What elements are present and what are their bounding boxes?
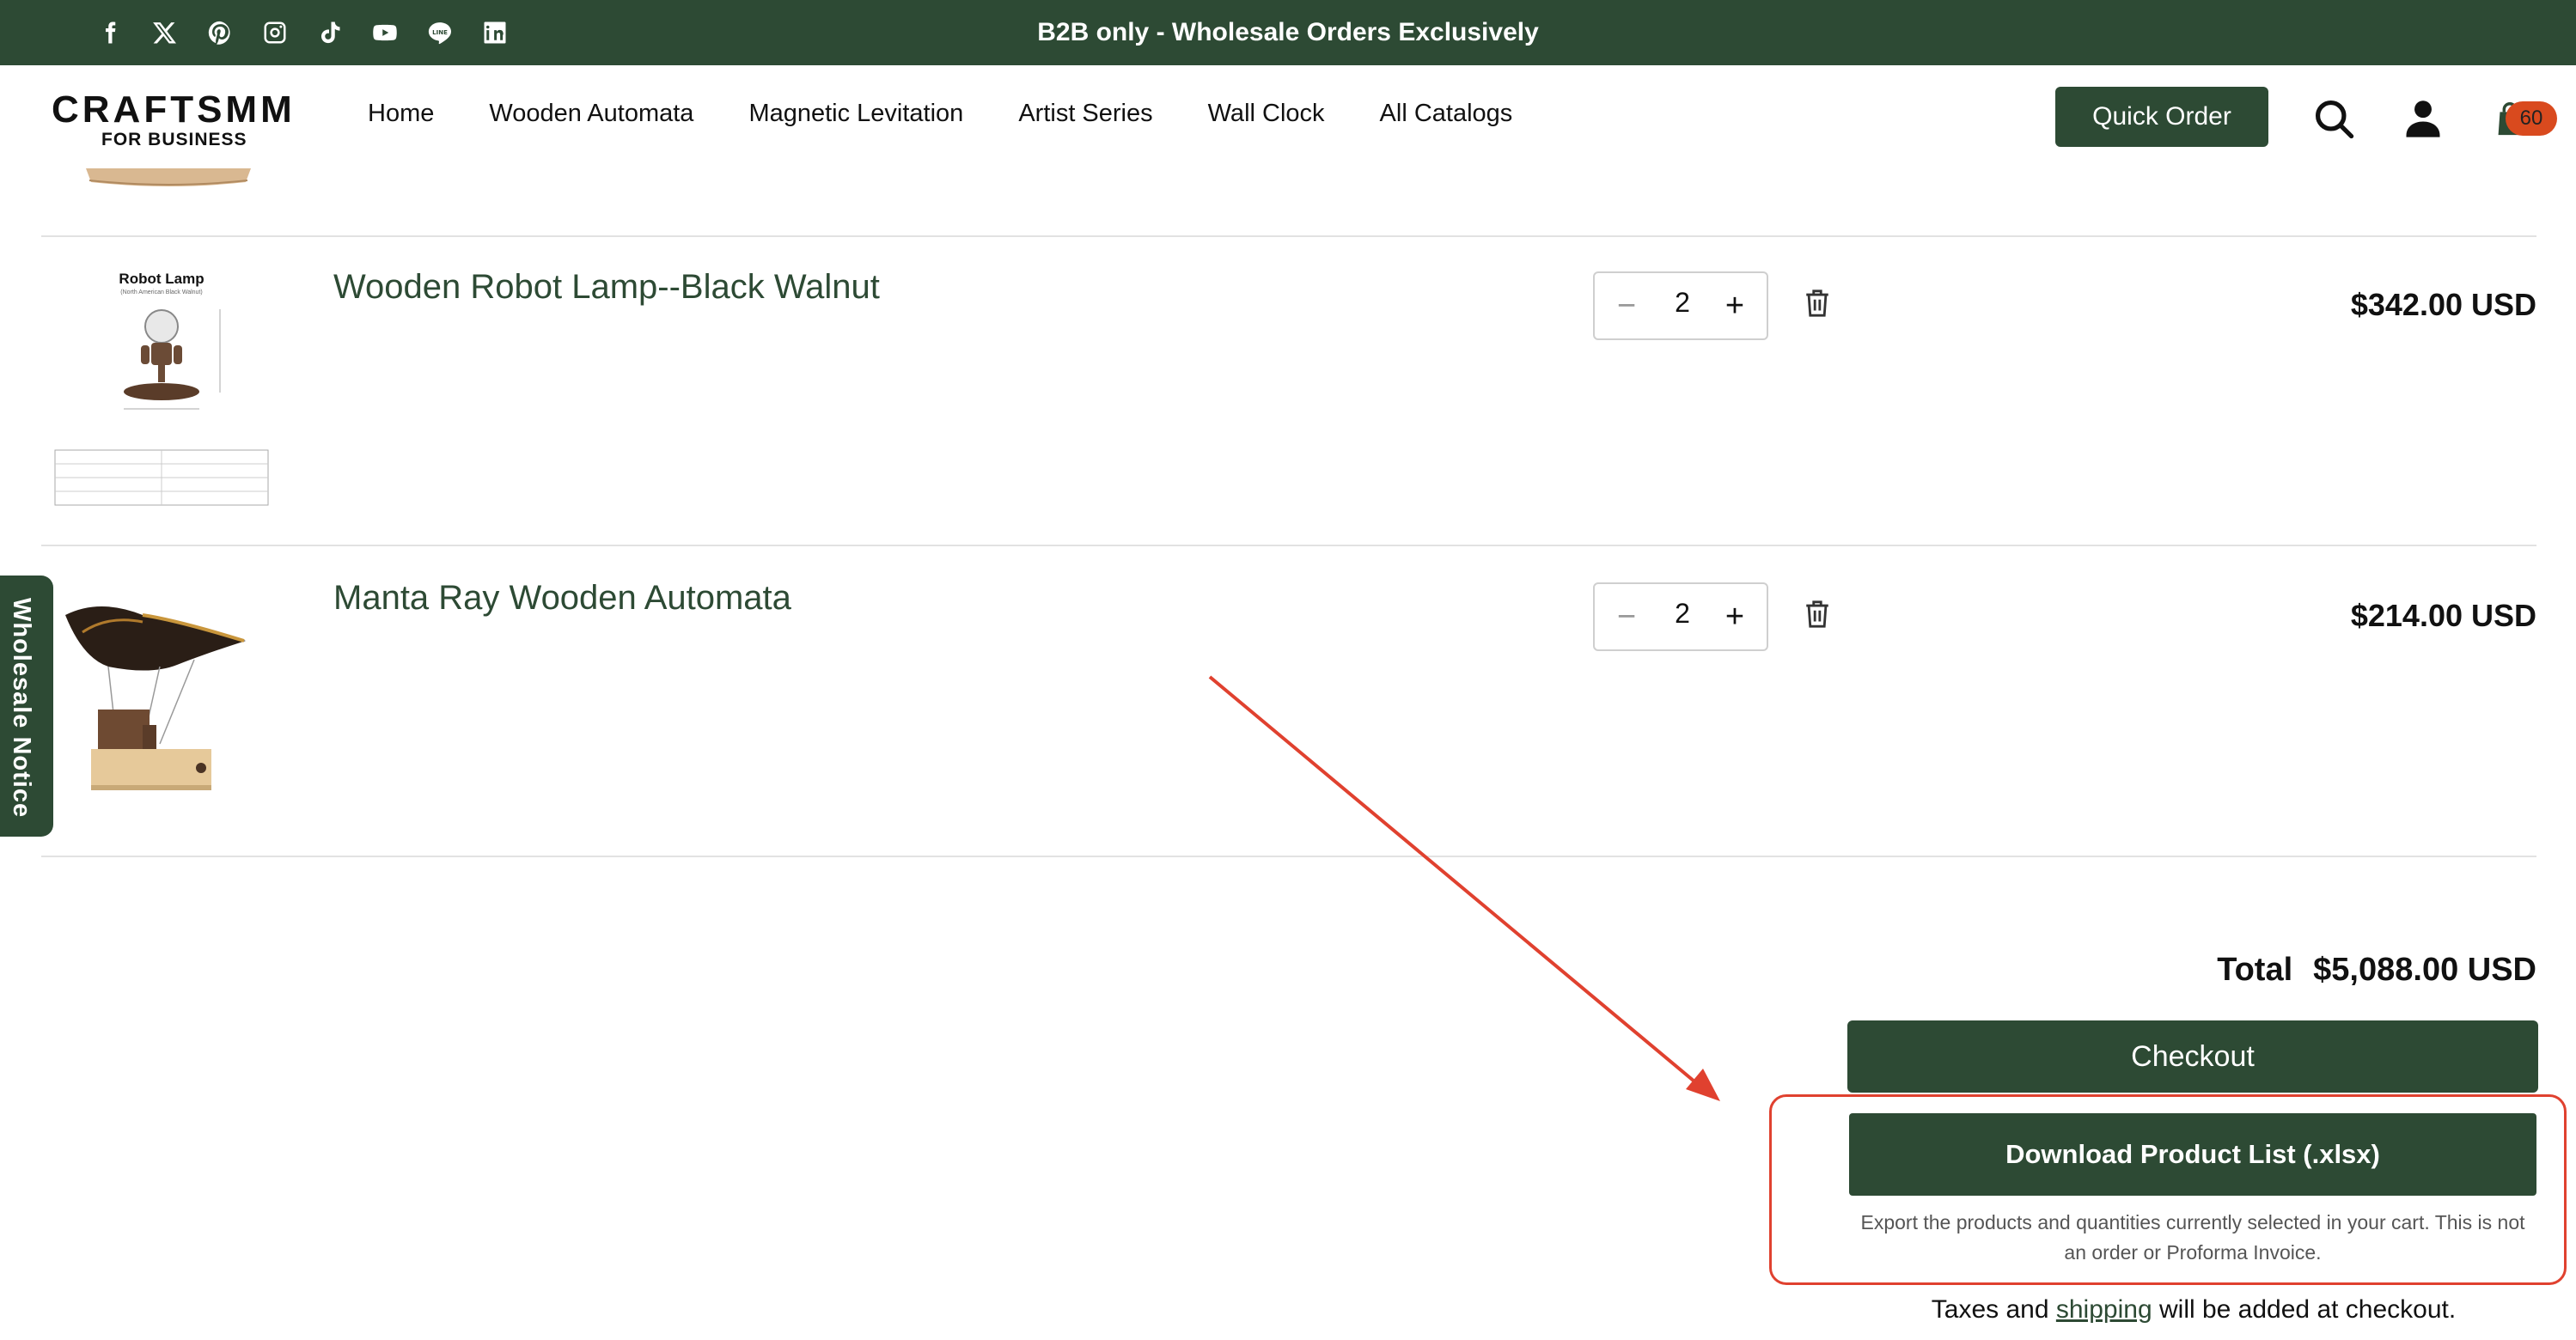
total-value: $5,088.00 USD [2313,952,2536,988]
taxes-suffix: will be added at checkout. [2158,1295,2457,1324]
product-thumbnail-manta-ray[interactable] [48,581,275,821]
nav-wall-clock[interactable]: Wall Clock [1208,100,1325,128]
quantity-stepper: − 2 + [1593,271,1768,340]
cart-item-title[interactable]: Wooden Robot Lamp--Black Walnut [333,268,880,307]
announcement-bar: LINE B2B only - Wholesale Orders Exclusi… [0,0,2576,65]
instagram-icon[interactable] [258,15,292,50]
trash-icon[interactable] [1803,287,1832,320]
account-icon[interactable] [2401,96,2445,141]
nav-magnetic-levitation[interactable]: Magnetic Levitation [748,100,963,128]
site-logo[interactable]: CRAFTSMM FOR BUSINESS [52,91,296,151]
main-nav: Home Wooden Automata Magnetic Levitation… [368,100,1512,128]
nav-all-catalogs[interactable]: All Catalogs [1380,100,1513,128]
quantity-stepper: − 2 + [1593,582,1768,651]
pinterest-icon[interactable] [203,15,237,50]
svg-text:LINE: LINE [432,29,448,36]
facebook-icon[interactable] [93,15,127,50]
checkout-button[interactable]: Checkout [1847,1020,2538,1093]
line-icon[interactable]: LINE [423,15,457,50]
previous-item-thumbnail [82,168,254,189]
nav-artist-series[interactable]: Artist Series [1018,100,1152,128]
divider [41,235,2536,237]
trash-icon[interactable] [1803,598,1832,630]
decrease-quantity-button[interactable]: − [1605,593,1648,641]
social-links: LINE [93,15,512,50]
decrease-quantity-button[interactable]: − [1605,282,1648,330]
quick-order-button[interactable]: Quick Order [2055,87,2268,147]
x-icon[interactable] [148,15,182,50]
thumb-caption: Robot Lamp [119,271,204,287]
cart-total: Total $5,088.00 USD [2217,952,2536,989]
product-thumbnail-robot-lamp[interactable]: Robot Lamp (North American Black Walnut) [48,268,275,509]
cart-item-price: $214.00 USD [2350,598,2536,633]
taxes-prefix: Taxes and [1931,1295,2049,1324]
site-header: CRAFTSMM FOR BUSINESS Home Wooden Automa… [0,65,2576,168]
total-label: Total [2217,952,2293,988]
quantity-value[interactable]: 2 [1657,287,1708,319]
cart-count-badge: 60 [2506,101,2557,136]
export-note: Export the products and quantities curre… [1860,1211,2525,1264]
divider [41,545,2536,546]
taxes-note: Taxes and shipping will be added at chec… [1847,1295,2540,1325]
shipping-link[interactable]: shipping [2056,1295,2152,1324]
divider [41,856,2536,857]
nav-wooden-automata[interactable]: Wooden Automata [489,100,693,128]
increase-quantity-button[interactable]: + [1713,593,1756,641]
logo-wordmark: CRAFTSMM [52,88,296,131]
cart-item-title[interactable]: Manta Ray Wooden Automata [333,579,791,618]
nav-home[interactable]: Home [368,100,434,128]
wholesale-notice-label: Wholesale Notice [8,598,35,819]
wholesale-notice-tab[interactable]: Wholesale Notice [0,576,53,837]
thumb-subcaption: (North American Black Walnut) [120,289,202,295]
download-product-list-button[interactable]: Download Product List (.xlsx) [1849,1113,2536,1196]
linkedin-icon[interactable] [478,15,512,50]
tiktok-icon[interactable] [313,15,347,50]
logo-tagline: FOR BUSINESS [101,130,247,149]
search-icon[interactable] [2311,96,2356,141]
increase-quantity-button[interactable]: + [1713,282,1756,330]
quantity-value[interactable]: 2 [1657,598,1708,630]
youtube-icon[interactable] [368,15,402,50]
cart-item-price: $342.00 USD [2350,287,2536,322]
